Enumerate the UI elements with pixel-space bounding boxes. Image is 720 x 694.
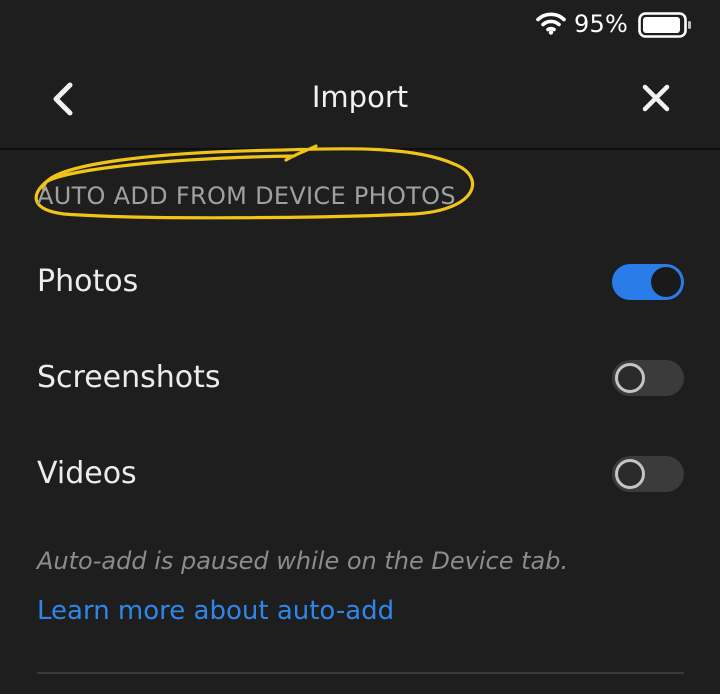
bottom-divider: [37, 672, 684, 674]
battery-icon: [638, 12, 691, 38]
toggle-knob: [615, 459, 645, 489]
photos-toggle[interactable]: [612, 264, 684, 300]
toggle-knob: [615, 363, 645, 393]
battery-percentage: 95%: [574, 10, 628, 38]
screenshots-toggle[interactable]: [612, 360, 684, 396]
setting-row-photos: Photos: [0, 242, 720, 322]
close-icon: [642, 84, 670, 112]
setting-row-videos: Videos: [0, 434, 720, 514]
setting-label-screenshots: Screenshots: [37, 360, 221, 395]
wifi-icon: [536, 12, 566, 35]
page-title: Import: [311, 80, 409, 114]
setting-row-screenshots: Screenshots: [0, 338, 720, 418]
section-title: AUTO ADD FROM DEVICE PHOTOS: [37, 182, 456, 210]
status-bar: 95%: [0, 0, 720, 50]
paused-note: Auto-add is paused while on the Device t…: [37, 547, 569, 575]
setting-label-photos: Photos: [37, 264, 139, 299]
setting-label-videos: Videos: [37, 456, 137, 491]
close-button[interactable]: [632, 74, 680, 122]
learn-more-link[interactable]: Learn more about auto-add: [37, 596, 394, 626]
toggle-knob: [651, 267, 681, 297]
videos-toggle[interactable]: [612, 456, 684, 492]
nav-header: Import: [0, 50, 720, 148]
